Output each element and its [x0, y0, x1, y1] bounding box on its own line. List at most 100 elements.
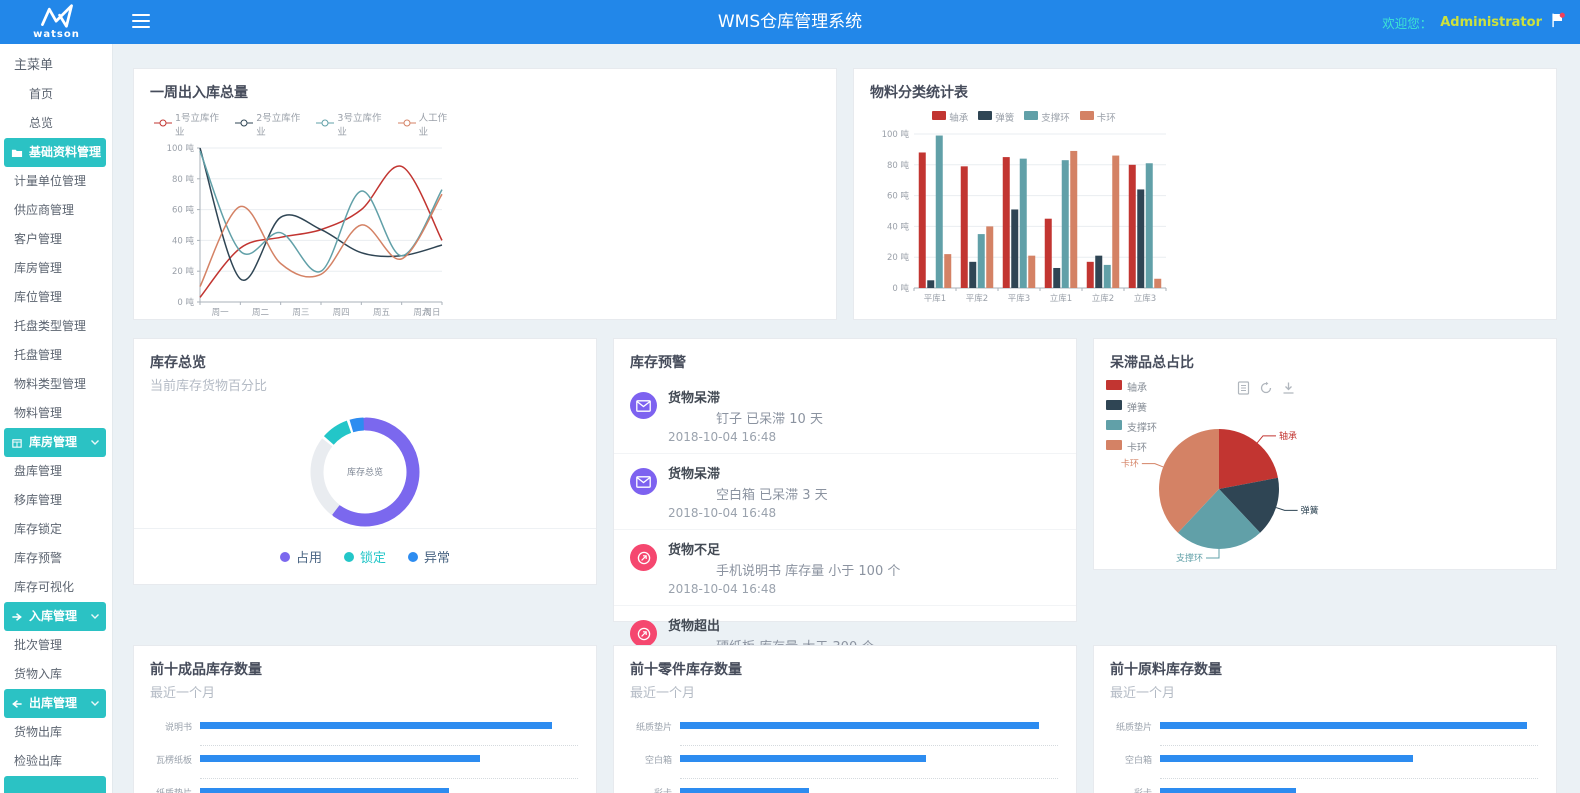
- svg-text:立库3: 立库3: [1134, 293, 1156, 304]
- gridline-dotted: [1160, 745, 1538, 746]
- username[interactable]: Administrator: [1440, 15, 1542, 30]
- legend-item-2号立库作业[interactable]: 2号立库作业: [235, 110, 306, 138]
- sidebar-item-label: 批次管理: [14, 631, 62, 660]
- legend-item-轴承[interactable]: 轴承: [1106, 379, 1157, 394]
- svg-text:周五: 周五: [373, 308, 391, 318]
- sidebar-item-物料管理[interactable]: 物料管理: [0, 399, 112, 428]
- raw-hbar-chart: 纸质垫片空白箱彩卡说明书: [1094, 717, 1556, 793]
- sidebar-item-基础资料管理[interactable]: 基础资料管理: [4, 138, 106, 167]
- svg-text:支撑环: 支撑环: [1176, 552, 1203, 564]
- alert-title: 货物呆滞: [668, 387, 1060, 406]
- envelope-icon: [630, 468, 657, 495]
- home-icon: [14, 89, 26, 101]
- legend-item-卡环[interactable]: 卡环: [1080, 110, 1116, 124]
- sidebar-item-label: 出库管理: [29, 689, 77, 718]
- hbar-fill[interactable]: [680, 788, 809, 793]
- svg-text:轴承: 轴承: [1279, 430, 1297, 442]
- gridline-dotted: [680, 778, 1058, 779]
- legend-item-弹簧[interactable]: 弹簧: [978, 110, 1014, 124]
- sidebar-item-label: 盘库管理: [14, 457, 62, 486]
- sidebar-item-检验出库[interactable]: 检验出库: [0, 747, 112, 776]
- hbar-row: 纸质垫片: [1094, 717, 1556, 750]
- data-view-icon[interactable]: [1237, 381, 1250, 395]
- hbar-fill[interactable]: [200, 788, 449, 793]
- sidebar-item-托盘类型管理[interactable]: 托盘类型管理: [0, 312, 112, 341]
- hbar-fill[interactable]: [200, 722, 552, 729]
- legend-line-marker: [154, 118, 172, 131]
- sidebar-item-出库管理[interactable]: 出库管理: [4, 689, 106, 718]
- hbar-fill[interactable]: [680, 755, 926, 762]
- sidebar-item-label: 库房管理: [29, 428, 77, 457]
- svg-text:周三: 周三: [292, 308, 309, 318]
- legend-item-支撑环[interactable]: 支撑环: [1024, 110, 1070, 124]
- hbar-fill[interactable]: [1160, 755, 1413, 762]
- legend-item-轴承[interactable]: 轴承: [932, 110, 968, 124]
- main-content: 一周出入库总量 1号立库作业2号立库作业3号立库作业人工作业 0 吨20 吨40…: [113, 44, 1580, 793]
- alert-timestamp: 2018-10-04 16:48: [668, 430, 1060, 444]
- sidebar-item-label: 供应商管理: [14, 196, 74, 225]
- card-title: 一周出入库总量: [134, 69, 836, 102]
- legend-label: 支撑环: [1041, 110, 1070, 124]
- sidebar-item-首页[interactable]: 首页: [0, 80, 112, 109]
- legend-swatch: [1080, 111, 1094, 123]
- legend-item-1号立库作业[interactable]: 1号立库作业: [154, 110, 225, 138]
- sidebar-item-label: 库存预警: [14, 544, 62, 573]
- hbar-fill[interactable]: [200, 755, 480, 762]
- sidebar-item-托盘管理[interactable]: 托盘管理: [0, 341, 112, 370]
- legend-line-marker: [316, 118, 334, 131]
- sidebar-item-移库管理[interactable]: 移库管理: [0, 486, 112, 515]
- hbar-row: 彩卡: [614, 783, 1076, 793]
- svg-text:周二: 周二: [252, 308, 270, 318]
- legend-item-锁定[interactable]: 锁定: [344, 547, 386, 566]
- sidebar-item-库存预警[interactable]: 库存预警: [0, 544, 112, 573]
- download-icon[interactable]: [1282, 381, 1295, 395]
- sidebar-item-库存可视化[interactable]: 库存可视化: [0, 573, 112, 602]
- alert-item[interactable]: 货物呆滞钉子 已呆滞 10 天2018-10-04 16:48: [614, 378, 1076, 453]
- hbar-fill[interactable]: [1160, 722, 1527, 729]
- donut-legend: 占用 锁定 异常: [134, 528, 596, 584]
- legend-item-异常[interactable]: 异常: [408, 547, 450, 566]
- wms-dashboard: watson WMS仓库管理系统 欢迎您： Administrator 主菜单 …: [0, 0, 1580, 793]
- refresh-icon[interactable]: [1259, 381, 1273, 395]
- card-inventory-alerts: 库存预警 货物呆滞钉子 已呆滞 10 天2018-10-04 16:48货物呆滞…: [613, 338, 1077, 622]
- svg-text:库存总览: 库存总览: [347, 466, 383, 478]
- sidebar-item-库位管理[interactable]: 库位管理: [0, 283, 112, 312]
- sidebar-item-供应商管理[interactable]: 供应商管理: [0, 196, 112, 225]
- sidebar-item-label: 库存锁定: [14, 515, 62, 544]
- svg-text:100 吨: 100 吨: [882, 129, 910, 140]
- hbar-row: 纸质垫片: [134, 783, 596, 793]
- legend-label: 卡环: [1097, 110, 1116, 124]
- hbar-category-label: 彩卡: [614, 786, 672, 793]
- sidebar-item-label: 托盘管理: [14, 341, 62, 370]
- alert-message: 空白箱 已呆滞 3 天: [668, 484, 1060, 503]
- alert-icon: [630, 620, 657, 647]
- sidebar-item-批次管理[interactable]: 批次管理: [0, 631, 112, 660]
- hbar-category-label: 纸质垫片: [134, 786, 192, 793]
- hbar-fill[interactable]: [680, 722, 1039, 729]
- sidebar-item-库房管理[interactable]: 库房管理: [0, 254, 112, 283]
- hbar-fill[interactable]: [1160, 788, 1296, 793]
- legend-item-3号立库作业[interactable]: 3号立库作业: [316, 110, 387, 138]
- legend-item-人工作业[interactable]: 人工作业: [398, 110, 454, 138]
- sidebar-item-partial[interactable]: [4, 776, 106, 793]
- sidebar-item-客户管理[interactable]: 客户管理: [0, 225, 112, 254]
- sidebar-item-库存锁定[interactable]: 库存锁定: [0, 515, 112, 544]
- notification-flag-icon[interactable]: [1550, 12, 1566, 32]
- sidebar-item-货物出库[interactable]: 货物出库: [0, 718, 112, 747]
- sidebar-item-物料类型管理[interactable]: 物料类型管理: [0, 370, 112, 399]
- sidebar-item-入库管理[interactable]: 入库管理: [4, 602, 106, 631]
- hbar-row: 瓦楞纸板: [134, 750, 596, 783]
- legend-label: 2号立库作业: [256, 110, 306, 138]
- svg-text:0 吨: 0 吨: [177, 297, 194, 308]
- sidebar-item-计量单位管理[interactable]: 计量单位管理: [0, 167, 112, 196]
- hbar-row: 纸质垫片: [614, 717, 1076, 750]
- alert-item[interactable]: 货物呆滞空白箱 已呆滞 3 天2018-10-04 16:48: [614, 453, 1076, 529]
- alert-item[interactable]: 货物不足手机说明书 库存量 小于 100 个2018-10-04 16:48: [614, 529, 1076, 605]
- legend-item-占用[interactable]: 占用: [280, 547, 322, 566]
- legend-label: 锁定: [360, 547, 386, 566]
- sidebar-item-盘库管理[interactable]: 盘库管理: [0, 457, 112, 486]
- sidebar-item-货物入库[interactable]: 货物入库: [0, 660, 112, 689]
- sidebar-item-库房管理[interactable]: 库房管理: [4, 428, 106, 457]
- sidebar-item-label: 入库管理: [29, 602, 77, 631]
- sidebar-item-总览[interactable]: 总览: [0, 109, 112, 138]
